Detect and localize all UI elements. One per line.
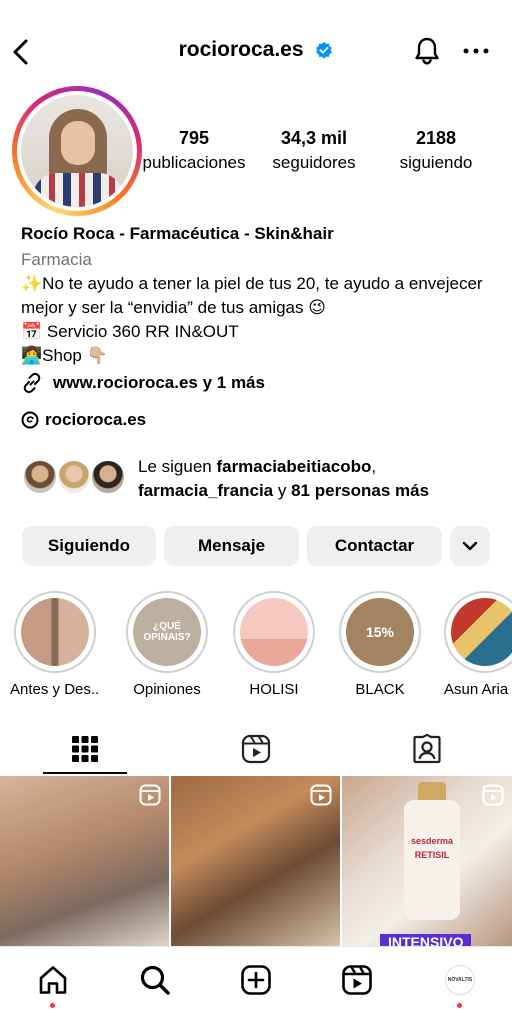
follower-avatar <box>90 459 126 495</box>
bio-line-1: ✨No te ayudo a tener la piel de tus 20, … <box>21 274 483 317</box>
mutual-followers[interactable]: Le siguen farmaciabeitiacobo, farmacia_f… <box>138 455 498 503</box>
mutual-follower-1: farmaciabeitiacobo <box>216 457 372 476</box>
followers-count: 34,3 mil <box>280 128 348 148</box>
highlight-cover <box>21 598 89 666</box>
following-label: siguiendo <box>399 153 473 172</box>
highlight-cover: ¿QUÉ OPINAIS? <box>133 598 201 666</box>
bottom-nav: NOVALTIS <box>0 946 512 1024</box>
grid-icon <box>72 736 98 762</box>
reels-icon <box>342 965 372 995</box>
post-thumbnail[interactable] <box>171 776 340 946</box>
category-label: Farmacia <box>21 250 92 269</box>
product-name: RETISIL <box>414 850 450 860</box>
follower-avatar <box>22 459 58 495</box>
profile-notification-dot <box>457 1003 462 1008</box>
posts-count: 795 <box>178 128 210 148</box>
reels-icon <box>310 784 332 806</box>
highlight-label: Asun Aria <box>444 681 509 698</box>
tab-reels[interactable] <box>171 724 341 774</box>
display-name: Rocío Roca - Farmacéutica - Skin&hair <box>21 224 334 243</box>
highlight-cover <box>451 598 512 666</box>
top-bar: rocioroca.es <box>0 0 512 100</box>
nav-create[interactable] <box>239 963 273 997</box>
highlight-label: HOLISI <box>249 681 299 698</box>
posts-label: publicaciones <box>142 153 246 172</box>
highlight-label: BLACK <box>355 681 405 698</box>
posts-grid: sesderma RETISIL INTENSIVO <box>0 776 512 946</box>
follower-avatar <box>56 459 92 495</box>
profile-avatar-icon: NOVALTIS <box>445 965 475 995</box>
story-highlight[interactable]: Asun Aria <box>444 591 512 698</box>
tagged-icon <box>413 734 441 764</box>
tab-posts[interactable] <box>0 724 170 774</box>
story-highlight[interactable]: 15% BLACK <box>335 591 425 698</box>
following-button[interactable]: Siguiendo <box>22 526 156 566</box>
story-highlight[interactable]: Antes y Des... <box>10 591 100 698</box>
external-link[interactable]: www.rocioroca.es y 1 más <box>21 372 265 394</box>
home-notification-dot <box>50 1003 55 1008</box>
bell-icon[interactable] <box>412 36 442 66</box>
profile-avatar[interactable] <box>12 86 142 216</box>
suggestions-dropdown-button[interactable] <box>450 526 490 566</box>
bio-line-3: 👩‍💻Shop 👇🏼 <box>21 346 108 365</box>
bio: Rocío Roca - Farmacéutica - Skin&hair Fa… <box>21 222 501 368</box>
post-thumbnail[interactable] <box>0 776 169 946</box>
reels-icon <box>241 734 271 764</box>
mutual-follower-2: farmacia_francia <box>138 481 274 500</box>
following-stat[interactable]: 2188 siguiendo <box>386 128 486 173</box>
nav-home[interactable] <box>36 963 70 997</box>
posts-stat[interactable]: 795 publicaciones <box>138 128 250 173</box>
threads-link[interactable]: rocioroca.es <box>21 410 146 430</box>
post-thumbnail[interactable]: sesderma RETISIL INTENSIVO <box>342 776 512 946</box>
product-bottle <box>404 800 460 920</box>
highlight-cover <box>240 598 308 666</box>
contact-button[interactable]: Contactar <box>307 526 442 566</box>
nav-profile[interactable]: NOVALTIS <box>443 963 477 997</box>
home-icon <box>39 966 67 994</box>
create-icon <box>241 965 271 995</box>
link-icon <box>23 372 41 394</box>
following-count: 2188 <box>415 128 457 148</box>
threads-icon <box>21 411 39 429</box>
nav-reels[interactable] <box>340 963 374 997</box>
username: rocioroca.es <box>178 38 304 61</box>
external-link-text: www.rocioroca.es y 1 más <box>53 373 265 392</box>
active-tab-indicator <box>43 772 127 774</box>
verified-badge-icon <box>316 42 333 60</box>
threads-handle: rocioroca.es <box>45 410 147 429</box>
followers-stat[interactable]: 34,3 mil seguidores <box>258 128 370 173</box>
highlight-label: Opiniones <box>133 681 201 698</box>
highlight-label: Antes y Des... <box>10 681 100 698</box>
story-highlight[interactable]: ¿QUÉ OPINAIS? Opiniones <box>122 591 212 698</box>
profile-photo <box>21 95 133 207</box>
mutual-followers-rest: 81 personas más <box>291 481 430 500</box>
followers-label: seguidores <box>272 153 356 172</box>
message-button[interactable]: Mensaje <box>164 526 299 566</box>
bio-line-2: 📅 Servicio 360 RR IN&OUT <box>21 322 239 341</box>
nav-search[interactable] <box>138 963 172 997</box>
post-caption-overlay: INTENSIVO <box>380 934 472 946</box>
chevron-down-icon <box>462 541 478 551</box>
search-icon <box>140 965 170 995</box>
more-icon[interactable] <box>463 44 489 58</box>
story-highlight[interactable]: HOLISI <box>229 591 319 698</box>
highlight-cover: 15% <box>346 598 414 666</box>
profile-tabs <box>0 724 512 774</box>
tab-tagged[interactable] <box>342 724 512 774</box>
reels-icon <box>139 784 161 806</box>
reels-icon <box>482 784 504 806</box>
product-brand: sesderma <box>410 836 454 846</box>
